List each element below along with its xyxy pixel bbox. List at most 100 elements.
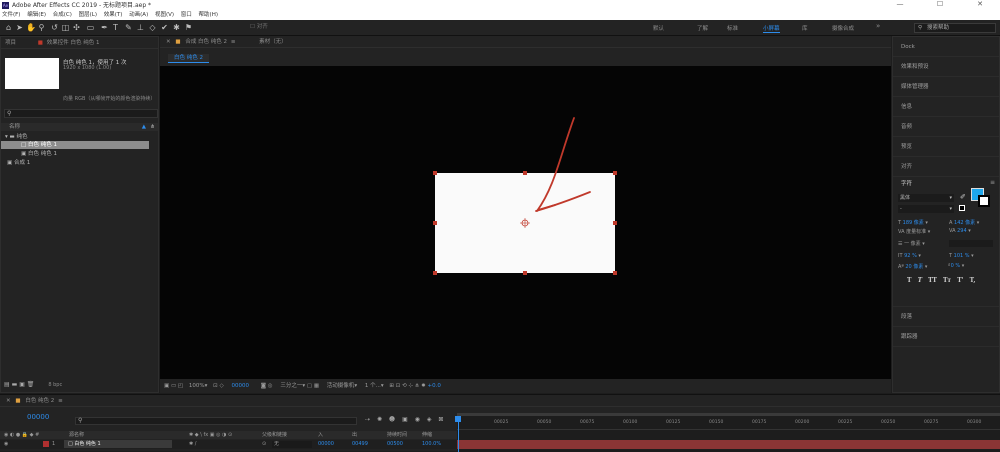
stroke-width-field[interactable]: ☰ 一 像素 ▾ bbox=[898, 240, 925, 247]
eyedropper-icon[interactable]: ✐ bbox=[960, 193, 966, 201]
layer-out[interactable]: 00499 bbox=[352, 440, 368, 449]
reset-exposure-icon[interactable]: ⟲ bbox=[402, 383, 407, 389]
comp-viewer[interactable] bbox=[160, 66, 891, 379]
zoom-select[interactable]: 100% bbox=[189, 383, 205, 389]
subscript-button[interactable]: T, bbox=[970, 277, 976, 284]
resolution-select[interactable]: 三分之一 bbox=[280, 383, 302, 389]
chevron-down-icon[interactable]: ▾ bbox=[205, 383, 208, 389]
workspace-default[interactable]: 默认 bbox=[653, 24, 664, 32]
eraser-tool-icon[interactable]: ◇ bbox=[148, 23, 157, 32]
new-folder-icon[interactable]: ▬ bbox=[12, 381, 18, 388]
tab-timeline[interactable]: 白色 纯色 2 bbox=[25, 398, 54, 404]
comp-subtab[interactable]: 白色 纯色 2 bbox=[168, 54, 209, 63]
pen-tool-icon[interactable]: ✒ bbox=[100, 23, 109, 32]
faux-bold-button[interactable]: T bbox=[907, 277, 911, 284]
new-composition-icon[interactable]: ▣ bbox=[19, 381, 25, 388]
menu-icon[interactable]: ≡ bbox=[231, 39, 236, 45]
type-tool-icon[interactable]: T bbox=[111, 23, 120, 32]
kerning-field[interactable]: VA 度量标准 ▾ bbox=[898, 228, 930, 235]
menu-view[interactable]: 视图(V) bbox=[155, 12, 174, 18]
clone-stamp-tool-icon[interactable]: ⊥ bbox=[136, 23, 145, 32]
column-name[interactable]: 名称 bbox=[9, 124, 20, 130]
visibility-icon[interactable]: ◉ bbox=[4, 441, 8, 447]
brush-tool-icon[interactable]: ✎ bbox=[124, 23, 133, 32]
zoom-tool-icon[interactable]: ⚲ bbox=[37, 23, 46, 32]
3d-icon[interactable]: ⊡ bbox=[396, 383, 401, 389]
flowchart-icon[interactable]: ⋔ bbox=[415, 383, 420, 389]
hand-tool-icon[interactable]: ✋ bbox=[26, 23, 36, 32]
tab-project[interactable]: 项目 bbox=[5, 40, 16, 46]
baseline-shift-field[interactable]: Aª 20 像素 ▾ bbox=[898, 263, 927, 270]
menu-layer[interactable]: 图层(L) bbox=[79, 12, 97, 18]
timeline-timecode[interactable]: 00000 bbox=[27, 413, 49, 421]
transparency-grid-icon[interactable]: ▦ bbox=[314, 383, 319, 389]
tree-item-selected[interactable]: □ 白色 纯色 1 bbox=[1, 141, 149, 149]
fit-icon[interactable]: ⊡ bbox=[213, 383, 218, 389]
time-ruler[interactable]: 00025 00050 00075 00100 00125 00150 0017… bbox=[457, 416, 1000, 430]
leading-field[interactable]: A 142 像素 ▾ bbox=[949, 219, 979, 226]
panel-tracker[interactable]: 跟踪器 bbox=[893, 327, 999, 347]
bpc-label[interactable]: 8 bpc bbox=[48, 382, 62, 388]
stroke-color-swatch[interactable] bbox=[978, 195, 990, 207]
panel-effects-presets[interactable]: 效果和预设 bbox=[893, 57, 999, 77]
horizontal-scale-field[interactable]: T 101 % ▾ bbox=[949, 253, 974, 259]
layer-name-field[interactable]: □ 白色 纯色 1 bbox=[64, 440, 172, 448]
minimize-button[interactable]: — bbox=[880, 0, 920, 8]
region-icon[interactable]: ◰ bbox=[178, 383, 183, 389]
flowchart-icon[interactable]: ⋔ bbox=[150, 123, 155, 131]
superscript-button[interactable]: T' bbox=[957, 277, 963, 284]
exposure-icon[interactable]: ✹ bbox=[421, 383, 426, 389]
menu-window[interactable]: 窗口 bbox=[181, 12, 192, 18]
menu-file[interactable]: 文件(F) bbox=[2, 12, 20, 18]
tab-effect-controls[interactable]: 效果控件 白色 纯色 1 bbox=[47, 40, 100, 46]
workspace-learn[interactable]: 了解 bbox=[697, 24, 708, 32]
close-button[interactable]: ✕ bbox=[960, 0, 1000, 8]
puppet-tool-icon[interactable]: ✱ bbox=[172, 23, 181, 32]
roi-icon[interactable]: ▢ bbox=[307, 383, 312, 389]
panel-audio[interactable]: 音频 bbox=[893, 117, 999, 137]
layer-duration[interactable]: 00500 bbox=[387, 440, 403, 449]
col-source-name[interactable]: 源名称 bbox=[69, 431, 84, 439]
rotate-tool-icon[interactable]: ↺ bbox=[50, 23, 59, 32]
panel-paragraph[interactable]: 段落 bbox=[893, 307, 999, 327]
chevron-down-icon[interactable]: ▾ bbox=[354, 383, 357, 389]
close-tab-icon[interactable]: ✕ bbox=[6, 398, 11, 404]
layer-switches[interactable]: ✱ / bbox=[189, 440, 196, 449]
col-stretch[interactable]: 伸缩 bbox=[422, 431, 432, 439]
rectangle-tool-icon[interactable]: ▭ bbox=[86, 23, 95, 32]
shy-icon[interactable]: ☻ bbox=[389, 416, 395, 423]
close-tab-icon[interactable]: ✕ bbox=[166, 39, 171, 45]
panel-dock[interactable]: Dock bbox=[893, 37, 999, 57]
menu-help[interactable]: 帮助(H) bbox=[199, 12, 218, 18]
parent-pick-whip-icon[interactable]: ⊙ bbox=[262, 440, 266, 449]
chevron-down-icon[interactable]: ▾ bbox=[381, 383, 384, 389]
frame-icon[interactable]: ◇ bbox=[219, 383, 223, 389]
panel-align[interactable]: 对齐 bbox=[893, 157, 999, 177]
maximize-button[interactable]: ☐ bbox=[920, 0, 960, 8]
panel-media-browser[interactable]: 媒体管理器 bbox=[893, 77, 999, 97]
home-icon[interactable]: ⌂ bbox=[4, 23, 13, 32]
camera-tool-icon[interactable]: ◫ bbox=[61, 23, 70, 32]
tracking-field[interactable]: VA 294 ▾ bbox=[949, 228, 971, 234]
snapshot-icon[interactable]: ◙ bbox=[261, 383, 266, 389]
chevron-down-icon[interactable]: ▾ bbox=[302, 383, 305, 389]
menu-composition[interactable]: 合成(C) bbox=[53, 12, 72, 18]
layer-row[interactable]: ◉ 1 □ 白色 纯色 1 ✱ / ⊙ 无 00000 00499 00500 … bbox=[0, 440, 457, 449]
timeline-search-input[interactable]: ⚲ bbox=[75, 417, 357, 425]
workspace-library[interactable]: 库 bbox=[802, 24, 808, 32]
panel-preview[interactable]: 预览 bbox=[893, 137, 999, 157]
panel-menu-icon[interactable]: ≡ bbox=[990, 179, 995, 186]
composition-icon[interactable]: ⊠ bbox=[438, 416, 443, 423]
tsume-field[interactable]: ͩ 0 % ▾ bbox=[949, 263, 965, 269]
sort-icon[interactable]: ▲ bbox=[142, 123, 146, 131]
col-in[interactable]: 入 bbox=[318, 431, 323, 439]
small-caps-button[interactable]: Tт bbox=[943, 277, 951, 284]
faux-italic-button[interactable]: T bbox=[918, 277, 922, 284]
workspace-standard[interactable]: 标准 bbox=[727, 24, 738, 32]
search-help-field[interactable]: ⚲ 搜索帮助 bbox=[914, 23, 996, 33]
stroke-style-select[interactable] bbox=[949, 240, 993, 247]
menu-effect[interactable]: 效果(T) bbox=[104, 12, 123, 18]
tree-item[interactable]: ▣ 白色 纯色 1 bbox=[1, 150, 57, 158]
tree-folder-solids[interactable]: ▾ ▬ 纯色 bbox=[1, 133, 27, 141]
exposure-value[interactable]: +0.0 bbox=[428, 383, 441, 389]
